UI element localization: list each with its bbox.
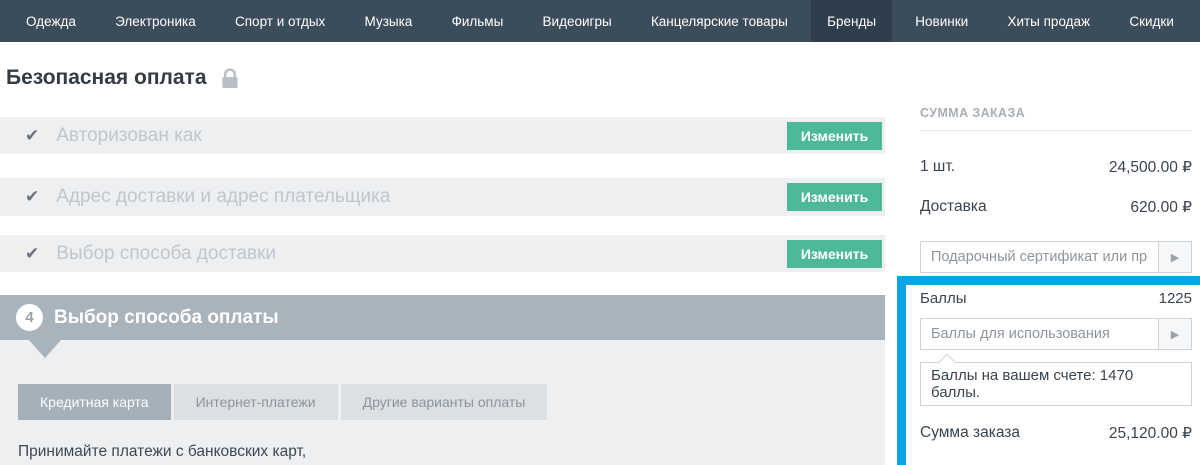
- tab-internet-payments[interactable]: Интернет-платежи: [174, 384, 338, 420]
- nav-item-odezhda[interactable]: Одежда: [10, 0, 92, 42]
- total-row: Сумма заказа 25,120.00 ₽: [920, 424, 1192, 443]
- shipping-row: Доставка 620.00 ₽: [920, 198, 1192, 217]
- points-submit-button[interactable]: ▶: [1158, 319, 1191, 349]
- payment-tabs: Кредитная карта Интернет-платежи Другие …: [18, 384, 547, 420]
- check-icon: ✔: [25, 244, 39, 264]
- step-address-label: Адрес доставки и адрес плательщика: [56, 186, 390, 208]
- change-auth-button[interactable]: Изменить: [787, 122, 882, 150]
- page-title: Безопасная оплата: [6, 66, 207, 90]
- nav-item-kancelyarskie[interactable]: Канцелярские товары: [635, 0, 804, 42]
- points-row: Баллы 1225: [920, 290, 1192, 307]
- promo-submit-button[interactable]: ▶: [1158, 242, 1191, 272]
- step-address-row: ✔ Адрес доставки и адрес плательщика Изм…: [0, 178, 885, 216]
- total-value: 25,120.00 ₽: [1109, 424, 1192, 443]
- step-shipping-method-row: ✔ Выбор способа доставки Изменить: [0, 235, 885, 272]
- change-shipping-button[interactable]: Изменить: [787, 240, 882, 268]
- quantity-value: 24,500.00 ₽: [1109, 158, 1192, 177]
- points-field: ▶: [920, 318, 1192, 350]
- points-balance-text: Баллы на вашем счете: 1470 баллы.: [931, 367, 1181, 401]
- lock-icon: [221, 68, 239, 89]
- quantity-row: 1 шт. 24,500.00 ₽: [920, 158, 1192, 177]
- step-authorized-row: ✔ Авторизован как Изменить: [0, 117, 885, 154]
- quantity-label: 1 шт.: [920, 158, 955, 177]
- nav-item-novinki[interactable]: Новинки: [899, 0, 984, 42]
- promo-code-input[interactable]: [921, 242, 1158, 272]
- points-label: Баллы: [920, 290, 966, 307]
- payment-step-pointer: [29, 340, 61, 358]
- nav-item-muzyka[interactable]: Музыка: [349, 0, 429, 42]
- payment-tab-body-text: Принимайте платежи с банковских карт,: [18, 443, 306, 461]
- points-value: 1225: [1159, 290, 1192, 307]
- order-summary-title: СУММА ЗАКАЗА: [920, 106, 1025, 120]
- nav-item-videoigry[interactable]: Видеоигры: [527, 0, 628, 42]
- payment-step-title: Выбор способа оплаты: [54, 307, 279, 329]
- shipping-label: Доставка: [920, 198, 987, 217]
- points-input[interactable]: [921, 319, 1158, 349]
- tab-other-payment-options[interactable]: Другие варианты оплаты: [341, 384, 548, 420]
- step-authorized-label: Авторизован как: [56, 125, 201, 147]
- change-address-button[interactable]: Изменить: [787, 183, 882, 211]
- check-icon: ✔: [25, 126, 39, 146]
- step-number-badge: 4: [16, 304, 43, 331]
- nav-item-filmy[interactable]: Фильмы: [436, 0, 520, 42]
- nav-item-elektronika[interactable]: Электроника: [99, 0, 212, 42]
- nav-item-hity-prodazh[interactable]: Хиты продаж: [991, 0, 1106, 42]
- nav-item-skidki[interactable]: Скидки: [1113, 0, 1190, 42]
- page-title-row: Безопасная оплата: [6, 66, 239, 90]
- divider: [920, 130, 1192, 131]
- tab-credit-card[interactable]: Кредитная карта: [18, 384, 171, 420]
- payment-step-header: 4 Выбор способа оплаты: [0, 295, 885, 340]
- promo-code-field: ▶: [920, 241, 1192, 273]
- shipping-value: 620.00 ₽: [1130, 198, 1192, 217]
- points-balance-tooltip: Баллы на вашем счете: 1470 баллы.: [920, 362, 1192, 406]
- nav-item-sport[interactable]: Спорт и отдых: [219, 0, 341, 42]
- checkout-page: Одежда Электроника Спорт и отдых Музыка …: [0, 0, 1200, 465]
- top-nav: Одежда Электроника Спорт и отдых Музыка …: [0, 0, 1200, 42]
- check-icon: ✔: [25, 187, 39, 207]
- total-label: Сумма заказа: [920, 424, 1020, 443]
- step-shipping-method-label: Выбор способа доставки: [56, 243, 276, 265]
- nav-item-brendy[interactable]: Бренды: [811, 0, 892, 42]
